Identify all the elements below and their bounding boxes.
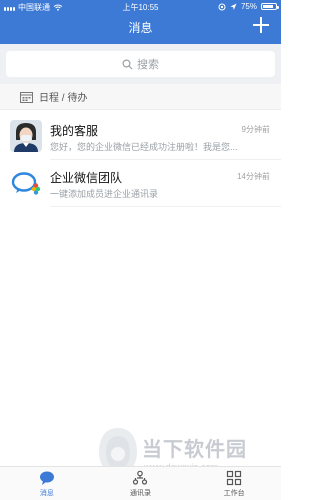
rotation-lock-icon (218, 3, 226, 10)
status-bar: 中国联通 上午10:55 75% (0, 0, 281, 13)
watermark-name: 当下软件园 (142, 439, 247, 461)
location-icon (230, 3, 237, 10)
agenda-label: 日程 / 待办 (39, 93, 88, 104)
search-placeholder: 搜索 (137, 59, 159, 71)
chat-name: 企业微信团队 (50, 171, 123, 185)
wecom-logo-icon (10, 167, 42, 199)
chat-divider (50, 206, 281, 207)
battery-percent: 75% (240, 2, 257, 11)
chat-time: 14分钟前 (237, 172, 270, 181)
contacts-icon (133, 470, 148, 485)
chat-name: 我的客服 (50, 124, 99, 138)
workbench-grid-icon (227, 470, 242, 485)
chat-preview: 一键添加成员进企业通讯录 (50, 189, 159, 199)
calendar-icon (20, 91, 33, 103)
chat-item-customer-service[interactable]: 我的客服 9分钟前 您好，您的企业微信已经成功注册啦！我是您... (0, 115, 281, 159)
tab-label: 工作台 (223, 489, 245, 497)
app-header: 中国联通 上午10:55 75% 消息 (0, 0, 281, 44)
add-button[interactable] (253, 17, 269, 33)
tab-label: 通讯录 (129, 489, 151, 497)
avatar (10, 120, 42, 152)
chat-preview: 您好，您的企业微信已经成功注册啦！我是您... (50, 142, 238, 152)
search-input[interactable]: 搜索 (6, 51, 275, 77)
chat-bubble-icon (39, 471, 54, 485)
battery-icon (261, 3, 279, 10)
chat-divider (50, 159, 281, 160)
agenda-row[interactable]: 日程 / 待办 (0, 84, 281, 110)
tab-workbench[interactable]: 工作台 (199, 467, 269, 500)
chat-item-wecom-team[interactable]: 企业微信团队 14分钟前 一键添加成员进企业通讯录 (0, 162, 281, 206)
page-title: 消息 (128, 21, 153, 35)
search-icon (122, 58, 133, 69)
tab-contacts[interactable]: 通讯录 (105, 467, 175, 500)
tab-label: 消息 (39, 489, 54, 497)
search-area: 搜索 (0, 44, 281, 84)
tab-messages[interactable]: 消息 (12, 467, 82, 500)
status-right: 75% (218, 2, 279, 11)
tab-bar: 消息 通讯录 工作台 (0, 466, 281, 500)
chat-time: 9分钟前 (241, 125, 270, 134)
